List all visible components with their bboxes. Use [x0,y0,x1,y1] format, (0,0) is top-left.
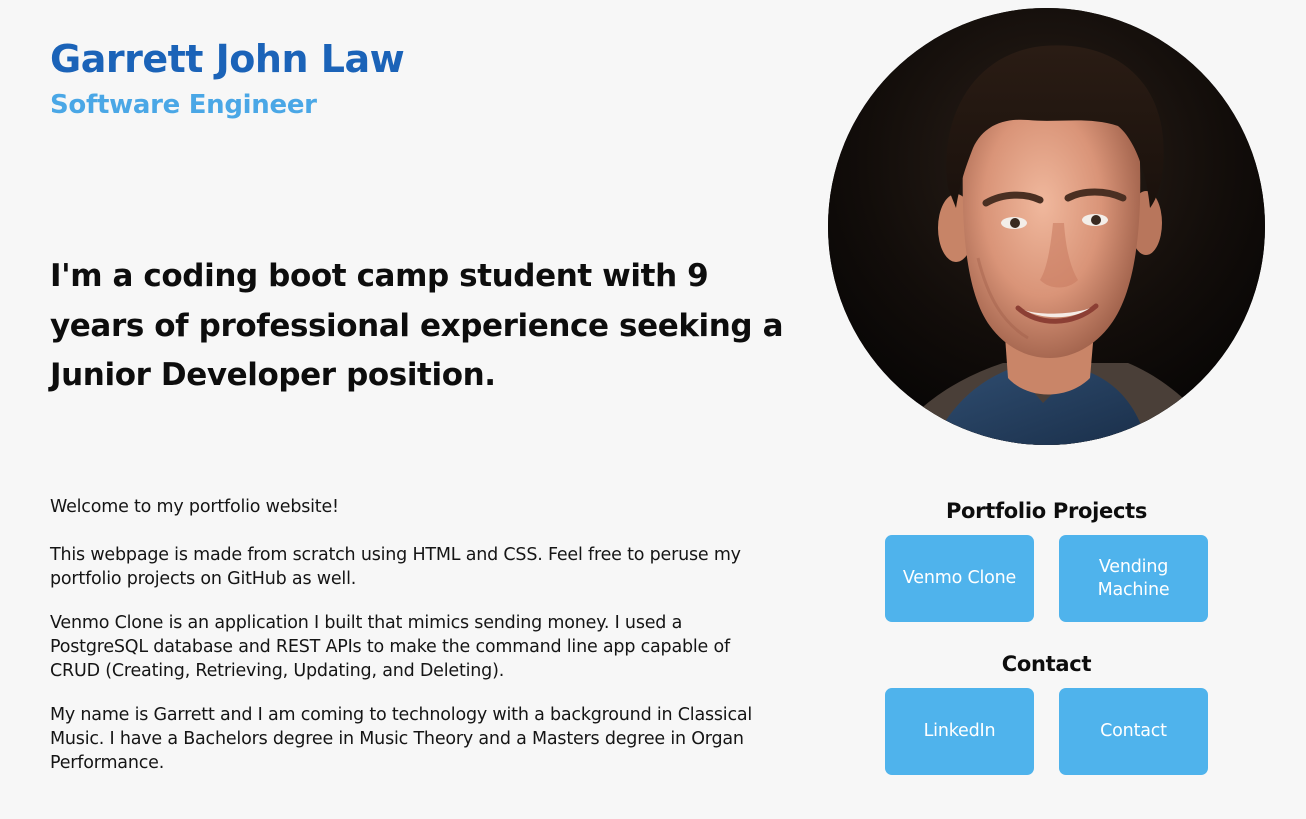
linkedin-button[interactable]: LinkedIn [885,688,1034,775]
vending-machine-button-label: Vending Machine [1097,556,1170,600]
bio-paragraph: This webpage is made from scratch using … [50,545,741,589]
bio-paragraph: My name is Garrett and I am coming to te… [50,705,753,773]
linkedin-button-label: LinkedIn [923,721,996,741]
vending-machine-button[interactable]: Vending Machine [1059,535,1208,622]
profile-photo [828,8,1265,445]
job-title: Software Engineer [50,90,317,120]
contact-button-label: Contact [1100,721,1167,741]
profile-photo-illustration [828,8,1265,445]
page-title: Garrett John Law [50,37,405,81]
tagline: I'm a coding boot camp student with 9 ye… [50,258,784,393]
bio-section: Welcome to my portfolio website! This we… [50,495,780,795]
portfolio-projects-heading: Portfolio Projects [945,499,1148,523]
contact-button[interactable]: Contact [1059,688,1208,775]
venmo-clone-button[interactable]: Venmo Clone [885,535,1034,622]
contact-heading: Contact [1001,652,1092,676]
venmo-clone-button-label: Venmo Clone [902,568,1017,588]
bio-paragraph: Welcome to my portfolio website! [50,497,339,517]
bio-paragraph: Venmo Clone is an application I built th… [50,613,730,681]
